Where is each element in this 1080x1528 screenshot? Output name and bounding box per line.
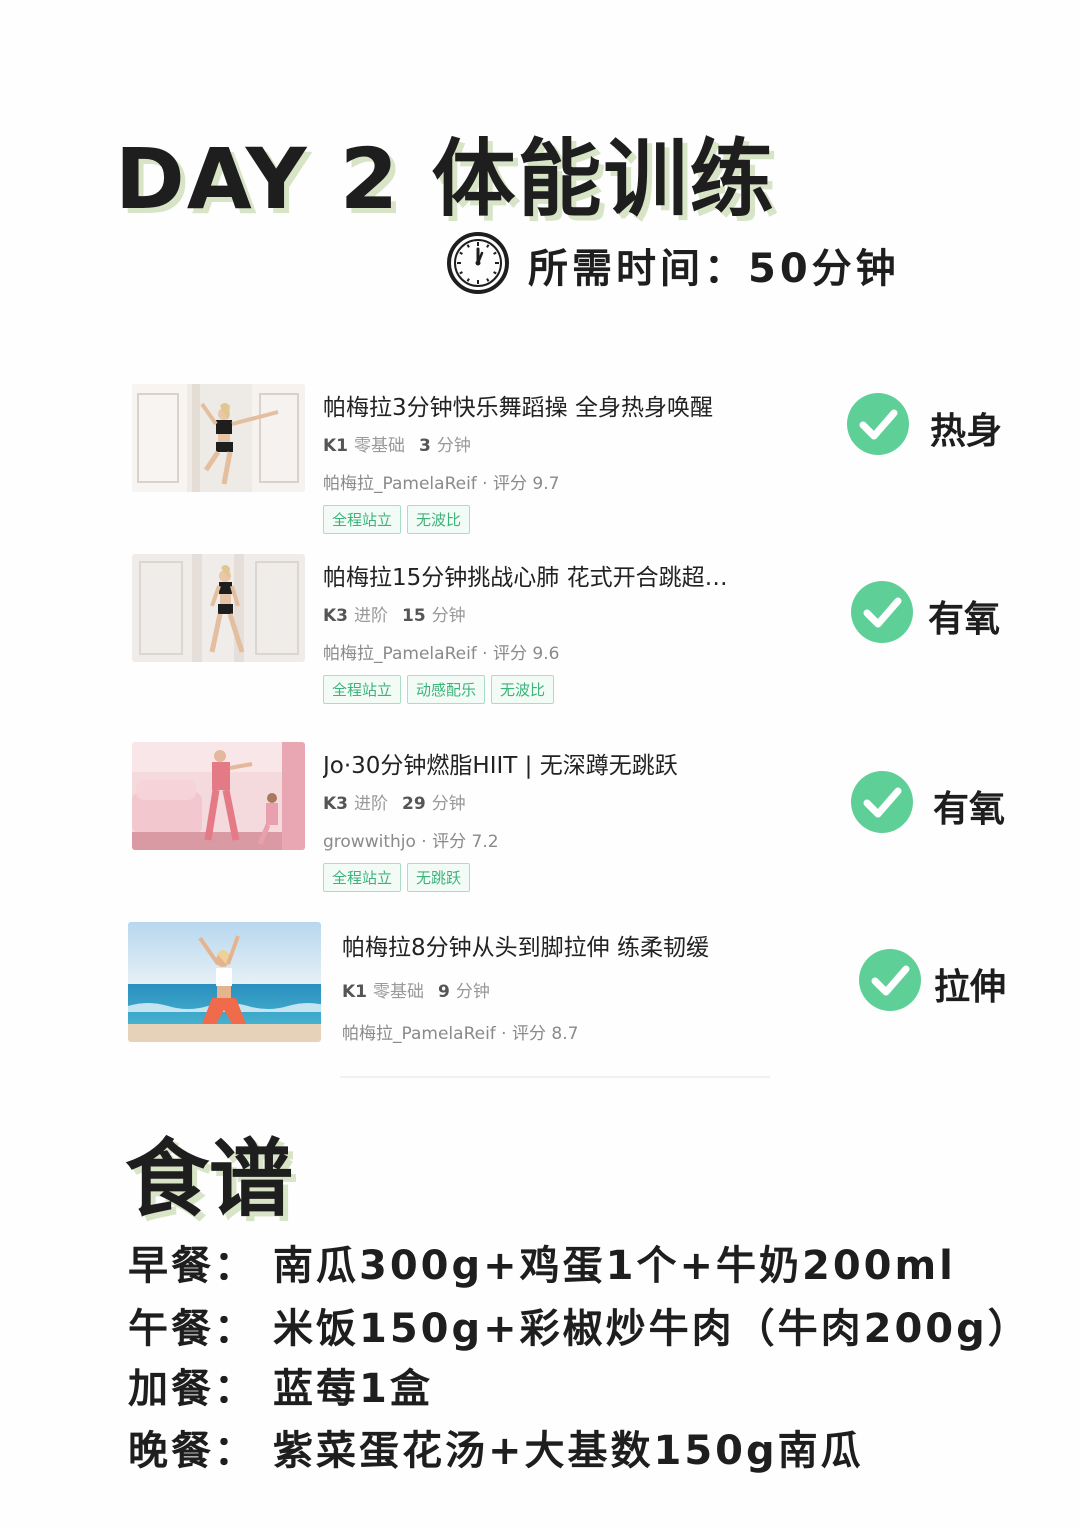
tag: 全程站立 [323, 675, 402, 704]
tag-list: 全程站立 动感配乐 无波比 [323, 675, 555, 704]
tag: 无跳跃 [407, 863, 471, 892]
tag: 动感配乐 [407, 675, 486, 704]
page-title: DAY 2 体能训练 [115, 130, 776, 228]
divider [340, 1076, 770, 1078]
recipe-title: 食谱 [125, 1130, 294, 1228]
tag: 全程站立 [323, 505, 402, 534]
phase-label: 有氧 [928, 599, 1001, 640]
video-meta: K3 进阶 15 分钟 [323, 606, 466, 626]
duration-row: 所需时间：50分钟 [446, 232, 900, 298]
video-author-rating: 帕梅拉_PamelaReif · 评分 9.6 [323, 644, 560, 664]
phase-label: 有氧 [933, 789, 1006, 830]
tag: 无波比 [407, 505, 471, 534]
video-title[interactable]: 帕梅拉3分钟快乐舞蹈操 全身热身唤醒 [323, 388, 753, 422]
video-thumbnail[interactable] [132, 554, 305, 662]
video-author-rating: 帕梅拉_PamelaReif · 评分 9.7 [323, 474, 560, 494]
video-title[interactable]: 帕梅拉8分钟从头到脚拉伸 练柔韧缓 [342, 928, 770, 962]
video-meta: K3 进阶 29 分钟 [323, 794, 466, 814]
video-title[interactable]: Jo·30分钟燃脂HIIT | 无深蹲无跳跃 [323, 746, 753, 780]
tag-list: 全程站立 无跳跃 [323, 863, 471, 892]
tag: 全程站立 [323, 863, 402, 892]
video-title[interactable]: 帕梅拉15分钟挑战心肺 花式开合跳超… [323, 558, 753, 592]
video-author-rating: growwithjo · 评分 7.2 [323, 832, 499, 852]
check-circle-icon [847, 393, 909, 455]
meal-snack: 加餐： 蓝莓1盒 [128, 1366, 433, 1412]
check-circle-icon [859, 949, 921, 1011]
video-meta: K1 零基础 3 分钟 [323, 436, 471, 456]
phase-label: 热身 [930, 411, 1003, 452]
tag-list: 全程站立 无波比 [323, 505, 471, 534]
phase-label: 拉伸 [934, 967, 1007, 1008]
clock-icon [446, 231, 510, 299]
video-thumbnail[interactable] [132, 742, 305, 850]
duration-label: 所需时间： [528, 246, 748, 292]
video-thumbnail[interactable] [128, 922, 321, 1042]
duration-value: 50分钟 [748, 246, 900, 292]
meal-breakfast: 早餐： 南瓜300g+鸡蛋1个+牛奶200ml [128, 1243, 956, 1289]
check-circle-icon [851, 771, 913, 833]
tag: 无波比 [491, 675, 555, 704]
video-meta: K1 零基础 9 分钟 [342, 982, 490, 1002]
check-circle-icon [851, 581, 913, 643]
meal-lunch: 午餐： 米饭150g+彩椒炒牛肉（牛肉200g） [128, 1306, 1031, 1352]
video-author-rating: 帕梅拉_PamelaReif · 评分 8.7 [342, 1024, 579, 1044]
video-thumbnail[interactable] [132, 384, 305, 492]
meal-dinner: 晚餐： 紫菜蛋花汤+大基数150g南瓜 [128, 1428, 864, 1474]
